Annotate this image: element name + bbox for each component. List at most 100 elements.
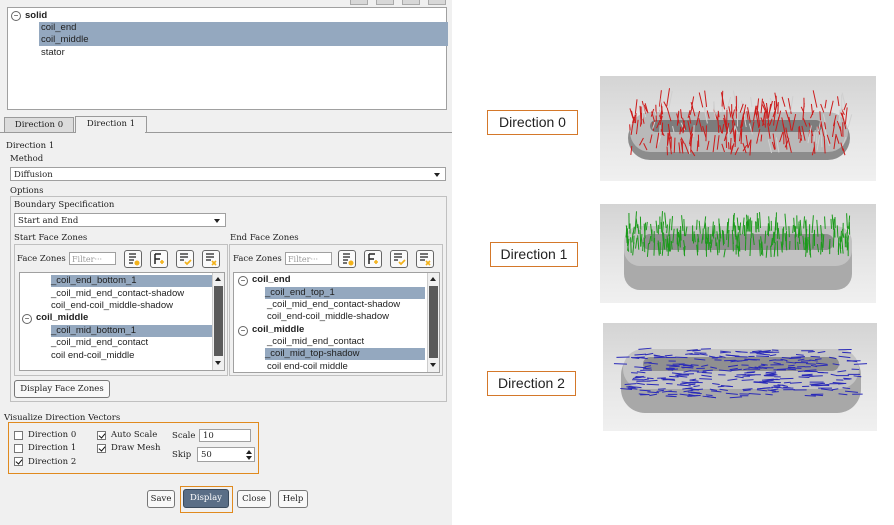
start-filter-input[interactable]: Filter··· [69, 252, 116, 265]
vector-arrow [824, 99, 827, 109]
select-pattern-icon[interactable] [150, 250, 168, 268]
face-zones-label: Face Zones [233, 254, 282, 264]
collapse-icon[interactable]: − [238, 326, 248, 336]
skip-stepper[interactable]: 50 [197, 447, 255, 462]
draw-mesh-checkbox[interactable] [97, 444, 106, 453]
tab-label: Direction 1 [86, 119, 136, 129]
list-item[interactable]: _coil_mid_end_contact-shadow [51, 288, 184, 300]
select-all-icon[interactable] [338, 250, 356, 268]
boundary-spec-dropdown[interactable]: Start and End [14, 213, 226, 227]
vector-arrow [781, 96, 786, 107]
scroll-down-icon[interactable] [215, 361, 221, 365]
vector-arrow [787, 98, 792, 115]
scroll-thumb[interactable] [214, 286, 223, 356]
list-item[interactable]: coil end-coil middle [267, 361, 348, 372]
tree-item-coil-end[interactable]: coil_end [39, 22, 448, 34]
direction-1-checkbox[interactable] [14, 444, 23, 453]
list-item[interactable]: _coil_mid_top-shadow [265, 348, 425, 360]
scrollbar[interactable] [427, 273, 439, 372]
list-item-label: coil end-coil middle [267, 361, 348, 372]
deselect-all-icon[interactable] [416, 250, 434, 268]
list-item[interactable]: _coil_mid_end_contact [267, 336, 364, 348]
direction-0-label: Direction 0 [28, 430, 77, 440]
skip-value: 50 [201, 450, 212, 460]
list-item[interactable]: coil_end-coil_middle-shadow [267, 311, 389, 323]
vector-arrow [842, 351, 852, 354]
end-zones-list[interactable]: − coil_end _coil_end_top_1 _coil_mid_end… [233, 272, 440, 373]
method-dropdown[interactable]: Diffusion [10, 167, 446, 181]
coil-direction-1-image [624, 211, 852, 290]
collapse-icon[interactable]: − [238, 276, 248, 286]
decrement-icon[interactable] [246, 456, 252, 460]
vector-arrow [820, 103, 825, 113]
vector-arrow [801, 360, 811, 362]
window-button[interactable] [428, 0, 446, 5]
direction-0-caption: Direction 0 [487, 110, 578, 135]
list-item[interactable]: _coil_mid_end_contact-shadow [267, 299, 400, 311]
boundary-spec-label: Boundary Specification [14, 200, 115, 210]
vector-arrow [787, 368, 797, 371]
direction-0-checkbox[interactable] [14, 431, 23, 440]
list-item-label: _coil_end_bottom_1 [51, 275, 137, 286]
select-all-icon[interactable] [124, 250, 142, 268]
list-item[interactable]: _coil_end_top_1 [265, 287, 425, 299]
end-filter-input[interactable]: Filter··· [285, 252, 332, 265]
vector-arrow [718, 239, 721, 253]
deselect-all-icon[interactable] [202, 250, 220, 268]
start-zones-list[interactable]: _coil_end_bottom_1 _coil_mid_end_contact… [19, 272, 225, 371]
vector-arrow [795, 354, 804, 356]
select-pattern-icon[interactable] [364, 250, 382, 268]
scroll-thumb[interactable] [429, 286, 438, 358]
tree-root-label[interactable]: solid [25, 10, 47, 22]
auto-scale-checkbox[interactable] [97, 431, 106, 440]
help-button[interactable]: Help [278, 490, 308, 508]
vector-arrow [807, 350, 815, 353]
collapse-icon[interactable]: − [22, 314, 32, 324]
scale-input[interactable]: 10 [199, 429, 251, 442]
cell-zone-tree[interactable]: − solid coil_end coil_middle stator [7, 7, 448, 110]
direction-2-checkbox[interactable] [14, 457, 23, 466]
divider [0, 132, 75, 133]
scrollbar[interactable] [212, 273, 224, 370]
list-item[interactable]: coil_end-coil_middle-shadow [51, 300, 173, 312]
tree-item-stator[interactable]: stator [41, 47, 65, 59]
increment-icon[interactable] [246, 450, 252, 454]
list-item[interactable]: _coil_mid_end_contact [51, 337, 148, 349]
tree-item-coil-middle[interactable]: coil_middle [39, 34, 448, 46]
select-check-icon[interactable] [176, 250, 194, 268]
list-item[interactable]: coil end-coil_middle [51, 350, 134, 362]
vector-arrow [696, 219, 698, 230]
scroll-up-icon[interactable] [430, 277, 436, 281]
list-group[interactable]: coil_middle [36, 312, 88, 324]
vector-arrow [721, 90, 724, 107]
select-check-icon[interactable] [390, 250, 408, 268]
vector-arrow [701, 371, 713, 374]
vector-arrow [669, 375, 679, 378]
collapse-icon[interactable]: − [11, 11, 21, 21]
window-button[interactable] [376, 0, 394, 5]
auto-scale-label: Auto Scale [111, 430, 158, 440]
direction-1-caption: Direction 1 [490, 242, 578, 267]
vector-arrow [630, 237, 632, 253]
display-button[interactable]: Display [183, 489, 229, 508]
window-button[interactable] [350, 0, 368, 5]
direction-1-preview [600, 204, 876, 303]
tab-direction-1[interactable]: Direction 1 [75, 116, 147, 133]
coil-direction-0-image [628, 88, 853, 160]
vector-arrow [841, 92, 846, 107]
scroll-down-icon[interactable] [430, 363, 436, 367]
vector-arrow [817, 384, 827, 387]
list-item[interactable]: _coil_end_bottom_1 [51, 275, 221, 287]
direction-2-label: Direction 2 [28, 457, 77, 467]
tab-direction-0[interactable]: Direction 0 [4, 117, 74, 133]
list-item-label: _coil_mid_end_contact-shadow [51, 288, 185, 299]
close-button[interactable]: Close [237, 490, 271, 508]
scroll-up-icon[interactable] [215, 277, 221, 281]
list-group[interactable]: coil_middle [252, 324, 304, 336]
save-button[interactable]: Save [147, 490, 175, 508]
window-button[interactable] [402, 0, 420, 5]
display-face-zones-button[interactable]: Display Face Zones [14, 380, 110, 398]
list-group[interactable]: coil_end [252, 274, 291, 286]
vector-arrow [798, 376, 810, 379]
list-item[interactable]: _coil_mid_bottom_1 [51, 325, 221, 337]
